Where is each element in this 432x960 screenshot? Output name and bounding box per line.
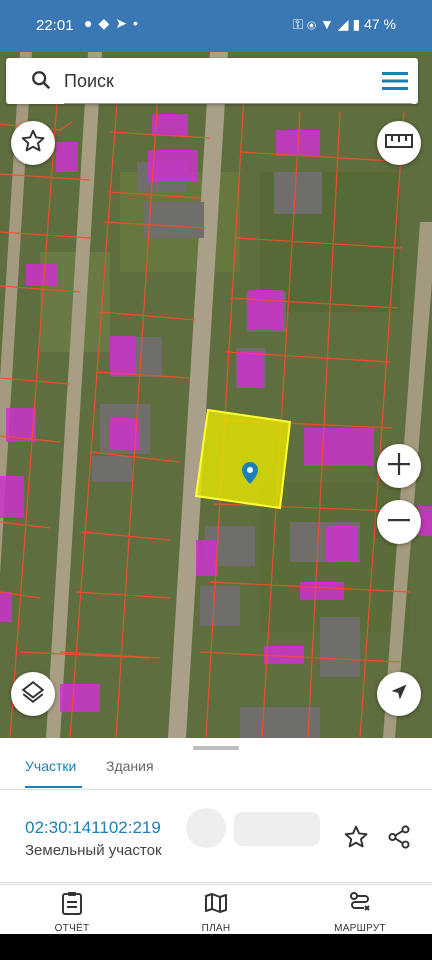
ruler-icon (385, 133, 413, 154)
tab-divider (0, 789, 432, 790)
notification-icons: ●◆➤• (84, 15, 144, 32)
zoom-out-button[interactable] (377, 500, 421, 544)
chat-icon: ◆ (98, 15, 116, 31)
selected-parcel[interactable] (194, 408, 292, 510)
sheet-drag-handle[interactable] (193, 746, 239, 750)
search-input[interactable]: Поиск (64, 71, 114, 92)
nav-route[interactable]: МАРШРУТ (305, 891, 415, 934)
sheet-divider (0, 882, 432, 883)
battery-icon: ▮ (352, 16, 361, 32)
parcel-type: Земельный участок (25, 842, 162, 859)
status-time: 22:01 (36, 17, 74, 34)
favorites-button[interactable] (11, 121, 55, 165)
tab-buildings[interactable]: Здания (106, 758, 154, 774)
wifi-icon: ▼ (320, 16, 334, 32)
star-icon (20, 128, 46, 159)
my-location-button[interactable] (377, 672, 421, 716)
ruler-button[interactable] (377, 121, 421, 165)
nav-plan[interactable]: ПЛАН (161, 891, 271, 934)
status-bar: 22:01 ●◆➤• ⚿ ⦿ ▼ ◢ ▮ 47 % (0, 0, 432, 52)
nav-route-label: МАРШРУТ (334, 923, 386, 934)
plus-icon (386, 451, 412, 482)
map-icon (204, 893, 228, 919)
route-icon (348, 892, 372, 919)
satellite-map (0, 52, 432, 738)
watermark-logo (186, 808, 320, 848)
layers-icon (20, 679, 46, 710)
signal-icon: ◢ (337, 16, 349, 32)
location-icon: ⦿ (307, 16, 317, 32)
cadastral-number[interactable]: 02:30:141102:219 (25, 818, 161, 838)
system-navigation-bar (0, 934, 432, 960)
layers-button[interactable] (11, 672, 55, 716)
search-bar[interactable]: Поиск (6, 58, 418, 104)
nav-plan-label: ПЛАН (201, 923, 231, 934)
minus-icon (386, 507, 412, 538)
telegram-icon: ➤ (115, 15, 133, 31)
message-icon: ● (84, 15, 99, 31)
battery-level: 47 % (364, 16, 396, 32)
key-icon: ⚿ (292, 16, 304, 32)
zoom-in-button[interactable] (377, 444, 421, 488)
nav-report[interactable]: ОТЧЁТ (17, 891, 127, 934)
tab-indicator (25, 786, 82, 788)
tab-parcels[interactable]: Участки (25, 758, 76, 774)
share-icon[interactable] (386, 824, 412, 855)
search-icon[interactable] (30, 69, 52, 96)
clipboard-icon (61, 892, 83, 919)
search-underline (64, 103, 412, 104)
navigation-arrow-icon (389, 682, 409, 707)
bottom-navigation: ОТЧЁТ ПЛАН МАРШРУТ (0, 884, 432, 935)
map-view[interactable] (0, 52, 432, 738)
star-icon[interactable] (343, 824, 369, 855)
menu-icon[interactable] (382, 71, 408, 96)
system-icons: ⚿ ⦿ ▼ ◢ ▮ 47 % (292, 16, 396, 33)
dot-icon: • (132, 15, 144, 31)
nav-report-label: ОТЧЁТ (54, 923, 90, 934)
